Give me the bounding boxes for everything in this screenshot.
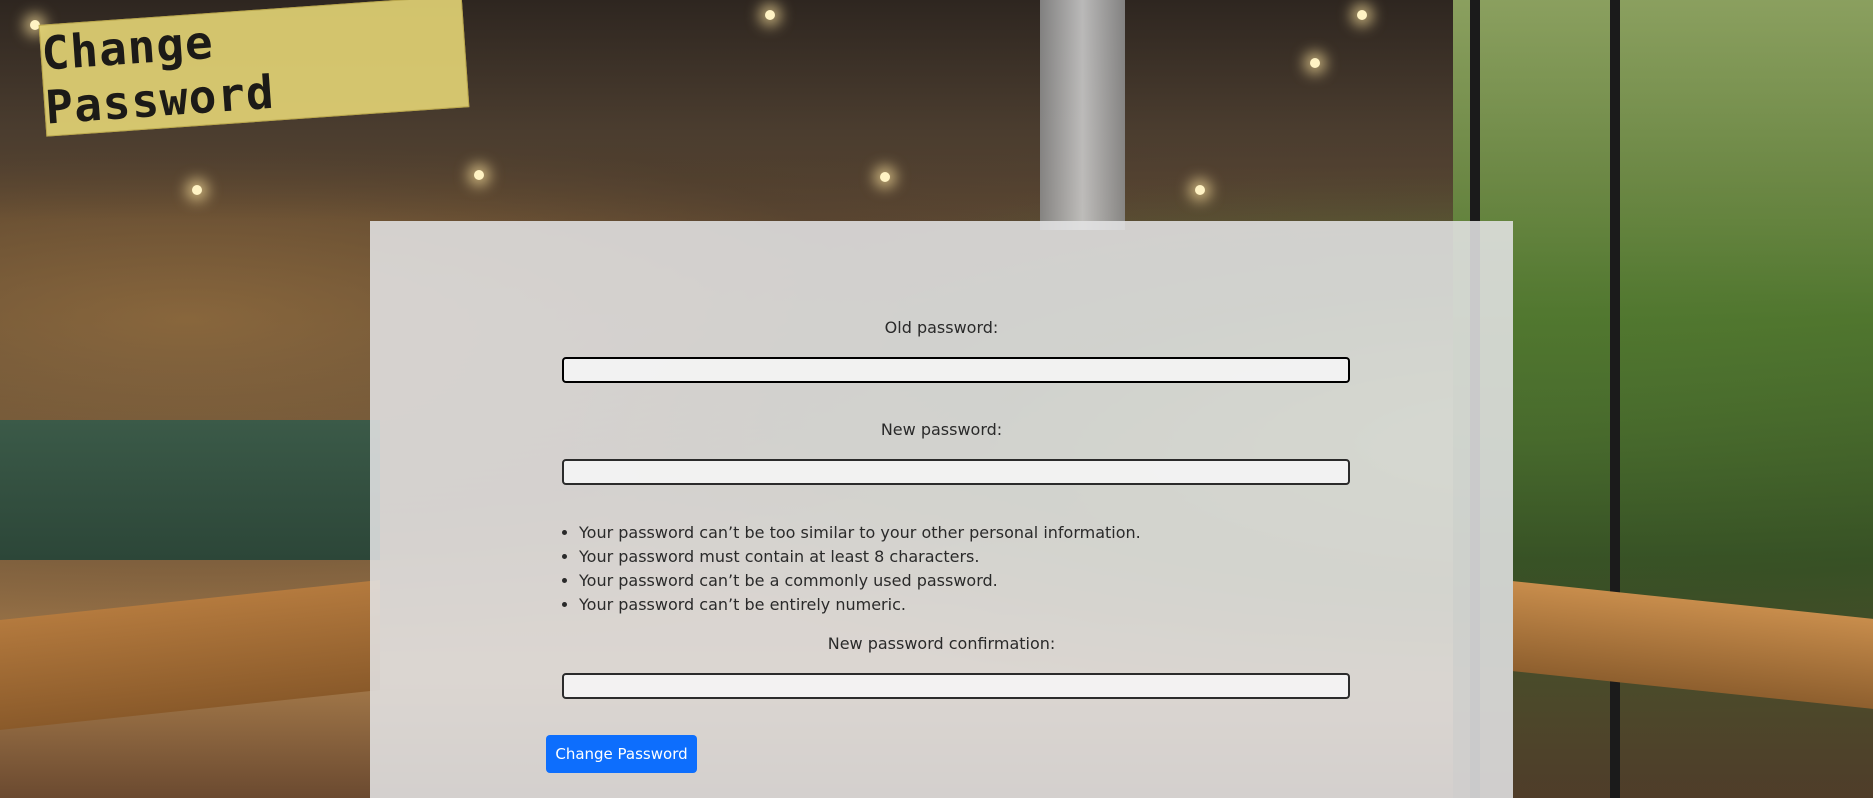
password-help-item: Your password can’t be too similar to yo… <box>579 521 1141 545</box>
password-help-item: Your password must contain at least 8 ch… <box>579 545 1141 569</box>
change-password-button[interactable]: Change Password <box>546 735 697 773</box>
background-light <box>192 185 202 195</box>
password-help-item: Your password can’t be a commonly used p… <box>579 569 1141 593</box>
background-bar-bench <box>0 420 380 560</box>
background-light <box>765 10 775 20</box>
background-light <box>1357 10 1367 20</box>
password-help-list: Your password can’t be too similar to yo… <box>562 521 1141 617</box>
old-password-label: Old password: <box>884 318 999 337</box>
new-password-field[interactable] <box>562 459 1350 485</box>
old-password-field[interactable] <box>562 357 1350 383</box>
password-help-item: Your password can’t be entirely numeric. <box>579 593 1141 617</box>
confirm-password-field[interactable] <box>562 673 1350 699</box>
confirm-password-label: New password confirmation: <box>827 634 1056 653</box>
background-light <box>880 172 890 182</box>
change-password-form: Old password: New password: Your passwor… <box>370 221 1513 798</box>
background-light <box>1310 58 1320 68</box>
background-light <box>474 170 484 180</box>
background-light <box>1195 185 1205 195</box>
background-duct <box>1040 0 1125 230</box>
new-password-label: New password: <box>880 420 1003 439</box>
background-table <box>0 580 380 730</box>
